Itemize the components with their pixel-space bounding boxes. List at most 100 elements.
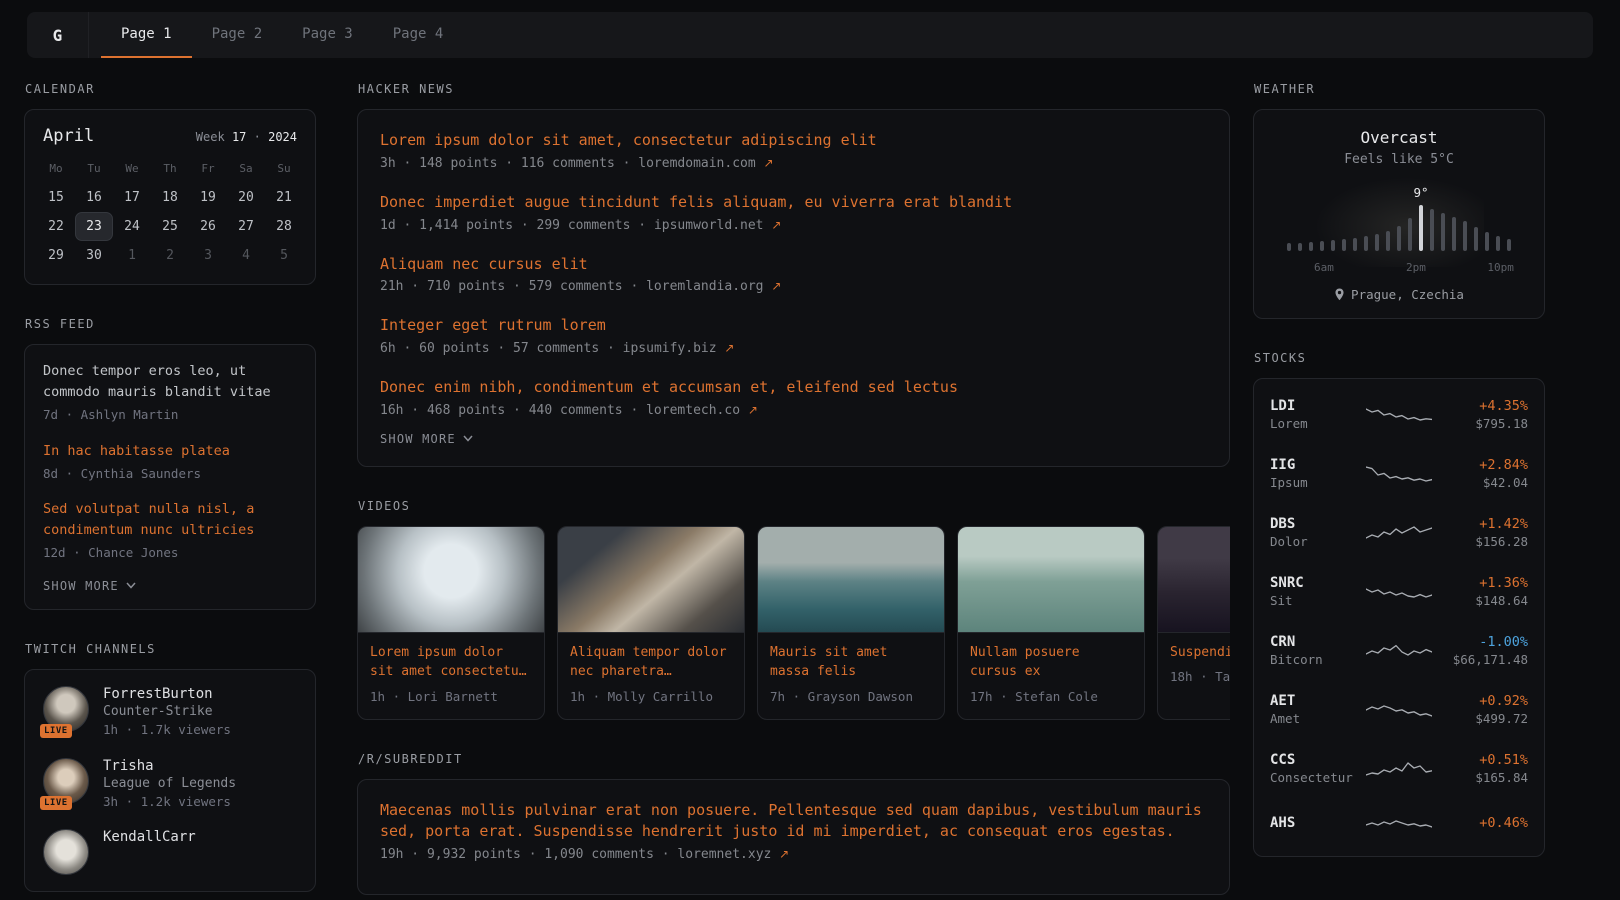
video-card[interactable]: Nullam posuere cursus ex 17h · Stefan Co… <box>957 526 1145 720</box>
hackernews-item-domain[interactable]: loremdomain.com <box>638 156 755 171</box>
weather-bar-column <box>1452 217 1456 251</box>
hackernews-item-title[interactable]: Aliquam nec cursus elit <box>380 254 1207 276</box>
subreddit-widget: /R/SUBREDDIT Maecenas mollis pulvinar er… <box>357 752 1230 896</box>
hackernews-item-title[interactable]: Integer eget rutrum lorem <box>380 315 1207 337</box>
calendar-weekday-row: MoTuWeThFrSaSu <box>25 154 315 181</box>
video-card[interactable]: Lorem ipsum dolor sit amet consectetu… 1… <box>357 526 545 720</box>
page-tab[interactable]: Page 1 <box>101 12 192 58</box>
twitch-channel-info: ForrestBurton Counter-Strike 1h · 1.7k v… <box>103 686 231 740</box>
hackernews-item-title[interactable]: Donec enim nibh, condimentum et accumsan… <box>380 377 1207 399</box>
stock-row[interactable]: CRN Bitcorn -1.00% $66,171.48 <box>1254 621 1544 680</box>
channel-name[interactable]: ForrestBurton <box>103 686 231 702</box>
video-thumbnail[interactable] <box>758 527 944 633</box>
twitch-channel-row[interactable]: LIVE ForrestBurton Counter-Strike 1h · 1… <box>43 686 297 740</box>
rss-widget: RSS FEED Donec tempor eros leo, ut commo… <box>24 317 316 610</box>
hackernews-item-title[interactable]: Lorem ipsum dolor sit amet, consectetur … <box>380 130 1207 152</box>
calendar-day: 16 <box>75 183 113 212</box>
twitch-channel-row[interactable]: LIVE Trisha League of Legends 3h · 1.2k … <box>43 758 297 812</box>
rss-item-title[interactable]: Donec tempor eros leo, ut commodo mauris… <box>43 361 297 403</box>
stock-row[interactable]: IIG Ipsum +2.84% $42.04 <box>1254 444 1544 503</box>
chevron-down-icon <box>463 435 473 442</box>
page-tab[interactable]: Page 3 <box>282 12 373 58</box>
stock-row[interactable]: DBS Dolor +1.42% $156.28 <box>1254 503 1544 562</box>
stock-symbol: AET <box>1270 693 1366 709</box>
weather-bar-column <box>1364 236 1368 251</box>
calendar-day: 15 <box>37 183 75 212</box>
channel-name[interactable]: KendallCarr <box>103 829 196 845</box>
external-link-icon: ↗ <box>779 847 789 861</box>
calendar-card: April Week 17 · 2024 MoTuWeThFrSaSu 1516… <box>24 109 316 285</box>
stock-sparkline <box>1366 579 1432 605</box>
video-card[interactable]: Aliquam tempor dolor nec pharetra… 1h · … <box>557 526 745 720</box>
video-title[interactable]: Lorem ipsum dolor sit amet consectetu… <box>358 633 544 688</box>
rss-item-title[interactable]: Sed volutpat nulla nisl, a condimentum n… <box>43 499 297 541</box>
video-card[interactable]: Mauris sit amet massa felis 7h · Grayson… <box>757 526 945 720</box>
rss-item-title[interactable]: In hac habitasse platea <box>43 441 297 462</box>
video-thumbnail[interactable] <box>1158 527 1230 633</box>
rss-item[interactable]: Donec tempor eros leo, ut commodo mauris… <box>43 361 297 425</box>
video-thumbnail[interactable] <box>558 527 744 633</box>
subreddit-post: Maecenas mollis pulvinar erat non posuer… <box>380 800 1207 863</box>
page-tab[interactable]: Page 4 <box>373 12 464 58</box>
video-thumbnail[interactable] <box>958 527 1144 633</box>
stock-row[interactable]: SNRC Sit +1.36% $148.64 <box>1254 562 1544 621</box>
weather-bar <box>1496 236 1500 251</box>
subreddit-post-domain[interactable]: loremnet.xyz <box>677 847 771 862</box>
hackernews-item-meta: 16h · 468 points · 440 comments · loremt… <box>380 403 1207 418</box>
hackernews-item-domain[interactable]: ipsumify.biz <box>623 341 717 356</box>
twitch-channel-row[interactable]: KendallCarr <box>43 829 297 875</box>
video-meta: 17h · Stefan Cole <box>958 688 1144 719</box>
stock-values: +1.36% $148.64 <box>1432 575 1528 608</box>
video-title[interactable]: Suspendis diam <box>1158 633 1230 669</box>
video-meta: 1h · Lori Barnett <box>358 688 544 719</box>
calendar-day: 24 <box>113 212 151 241</box>
subreddit-post-title[interactable]: Maecenas mollis pulvinar erat non posuer… <box>380 800 1207 844</box>
video-title[interactable]: Mauris sit amet massa felis <box>758 633 944 688</box>
stock-values: +1.42% $156.28 <box>1432 516 1528 549</box>
calendar-day: 28 <box>265 212 303 241</box>
stock-sparkline <box>1366 461 1432 487</box>
hackernews-item-stats: 1d · 1,414 points · 299 comments · <box>380 218 654 233</box>
stock-price: $165.84 <box>1432 770 1528 785</box>
page-tab[interactable]: Page 2 <box>192 12 283 58</box>
video-thumbnail[interactable] <box>358 527 544 633</box>
rss-item-meta: 7d · Ashlyn Martin <box>43 406 297 425</box>
rss-show-more-button[interactable]: SHOW MORE <box>43 579 297 593</box>
calendar-day: 26 <box>189 212 227 241</box>
stock-row[interactable]: CCS Consectetur +0.51% $165.84 <box>1254 739 1544 798</box>
hackernews-item-stats: 6h · 60 points · 57 comments · <box>380 341 623 356</box>
rss-item[interactable]: Sed volutpat nulla nisl, a condimentum n… <box>43 499 297 563</box>
weather-axis-label: 2pm <box>1406 261 1426 274</box>
calendar-day-grid: 1516171819202122232425262728293012345 <box>25 181 315 284</box>
stock-row[interactable]: AHS +0.46% <box>1254 798 1544 850</box>
stock-identity: CCS Consectetur <box>1270 752 1366 785</box>
weather-location: Prague, Czechia <box>1351 287 1464 302</box>
weather-bar <box>1430 209 1434 251</box>
weather-bar <box>1419 205 1423 251</box>
channel-meta: 3h · 1.2k viewers <box>103 793 236 812</box>
hackernews-item-domain[interactable]: ipsumworld.net <box>654 218 764 233</box>
app-logo[interactable]: G <box>27 12 89 58</box>
video-card[interactable]: Suspendis diam 18h · Tara <box>1157 526 1230 720</box>
hackernews-item-title[interactable]: Donec imperdiet augue tincidunt felis al… <box>380 192 1207 214</box>
rss-item-meta: 8d · Cynthia Saunders <box>43 465 297 484</box>
calendar-day: 17 <box>113 183 151 212</box>
hackernews-item-domain[interactable]: loremlandia.org <box>646 279 763 294</box>
rss-item[interactable]: In hac habitasse platea 8d · Cynthia Sau… <box>43 441 297 484</box>
channel-name[interactable]: Trisha <box>103 758 236 774</box>
calendar-week-label: Week 17 · 2024 <box>196 130 297 144</box>
video-title[interactable]: Nullam posuere cursus ex <box>958 633 1144 688</box>
stock-row[interactable]: AET Amet +0.92% $499.72 <box>1254 680 1544 739</box>
weekday-label: Tu <box>75 156 113 181</box>
video-title[interactable]: Aliquam tempor dolor nec pharetra… <box>558 633 744 688</box>
calendar-year: 2024 <box>268 130 297 144</box>
live-badge: LIVE <box>40 796 72 810</box>
stock-row[interactable]: LDI Lorem +4.35% $795.18 <box>1254 385 1544 444</box>
hackernews-item-domain[interactable]: loremtech.co <box>646 403 740 418</box>
stock-values: +2.84% $42.04 <box>1432 457 1528 490</box>
weather-bar <box>1320 241 1324 251</box>
hackernews-item-meta: 21h · 710 points · 579 comments · loreml… <box>380 279 1207 294</box>
weather-bar-column <box>1287 243 1291 251</box>
weather-widget: WEATHER Overcast Feels like 5°C <box>1253 82 1545 319</box>
hackernews-show-more-button[interactable]: SHOW MORE <box>380 432 1207 446</box>
